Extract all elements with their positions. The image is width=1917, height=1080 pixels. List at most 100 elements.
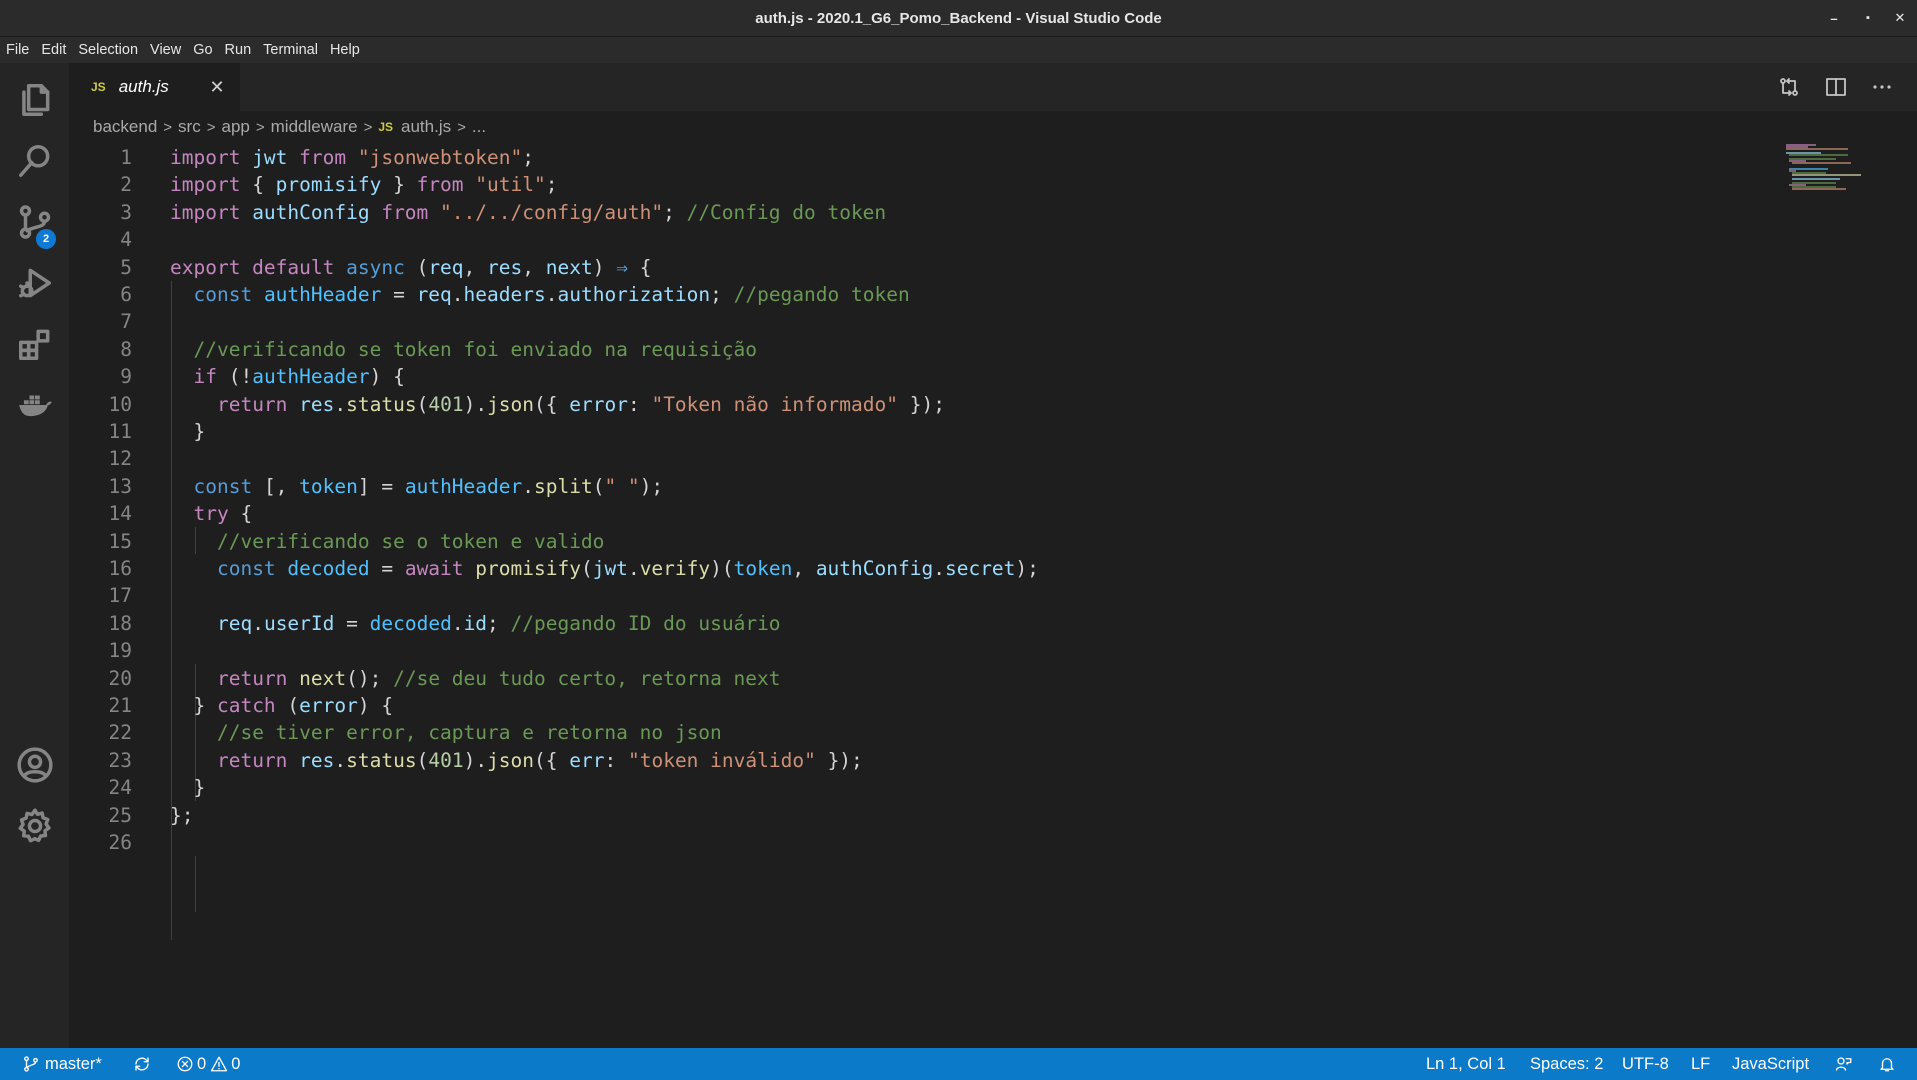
code-text: }; [170,802,193,829]
code-line[interactable]: 25}; [69,802,1769,829]
close-tab-button[interactable]: ✕ [204,74,230,100]
line-number: 24 [108,776,132,800]
compare-changes-icon[interactable] [1771,63,1807,111]
code-line[interactable]: 4 [69,226,1769,253]
js-file-icon: JS [378,120,394,134]
more-actions-icon[interactable] [1864,63,1900,111]
code-text: const decoded = await promisify(jwt.veri… [170,555,1039,582]
code-line[interactable]: 5 export default async (req, res, next) ⇒… [69,254,1769,281]
code-line[interactable]: 17 [69,582,1769,609]
code-token: . [933,557,945,580]
menu-view[interactable]: View [150,42,181,58]
encoding-status[interactable]: UTF-8 [1622,1048,1669,1080]
problems-status[interactable]: 0 0 [176,1048,240,1080]
menu-run[interactable]: Run [225,42,252,58]
feedback-button[interactable] [1835,1048,1853,1080]
close-window-button[interactable]: ✕ [1883,0,1917,36]
minimize-button[interactable]: – [1817,0,1851,36]
sync-button[interactable] [133,1048,151,1080]
code-token: const [193,474,264,498]
code-token: ; [487,611,511,635]
settings-gear-icon[interactable] [0,789,69,863]
breadcrumb-app[interactable]: app [221,117,249,137]
code-line[interactable]: 1 import jwt from "jsonwebtoken"; [69,144,1769,171]
code-token: ) { [369,365,405,389]
code-line[interactable]: 26 [69,829,1769,856]
code-line[interactable]: 13 const [, token] = authHeader.split(" … [69,473,1769,500]
code-line[interactable]: 2 import { promisify } from "util"; [69,171,1769,198]
code-text: return res.status(401).json({ error: "To… [170,391,945,418]
line-number: 14 [108,502,132,526]
chevron-right-icon: > [163,118,173,136]
docker-icon[interactable] [0,368,69,442]
code-line[interactable]: 12 [69,445,1769,472]
code-token: req [428,255,464,279]
code-token: err [569,748,605,772]
title-bar: auth.js - 2020.1_G6_Pomo_Backend - Visua… [0,0,1917,37]
cursor-position[interactable]: Ln 1, Col 1 [1426,1048,1506,1080]
code-token: }); [815,748,863,772]
language-mode[interactable]: JavaScript [1732,1048,1809,1080]
code-token: = [346,611,370,635]
code-line[interactable]: 24 } [69,774,1769,801]
code-line[interactable]: 11 } [69,418,1769,445]
eol-status[interactable]: LF [1691,1048,1710,1080]
feedback-icon [1835,1057,1852,1071]
breadcrumb-file[interactable]: auth.js [401,117,451,137]
code-token: //verificando se token foi enviado na re… [193,337,758,361]
code-token: } [393,173,417,197]
code-line[interactable]: 22 //se tiver error, captura e retorna n… [69,719,1769,746]
error-count: 0 [197,1054,207,1073]
code-line[interactable]: 7 [69,308,1769,335]
code-token: ). [463,392,488,416]
code-line[interactable]: 20 return next(); //se deu tudo certo, r… [69,665,1769,692]
code-line[interactable]: 8 //verificando se token foi enviado na … [69,336,1769,363]
menu-terminal[interactable]: Terminal [263,42,318,58]
line-number: 18 [108,611,132,635]
split-editor-icon[interactable] [1818,63,1854,111]
indentation-status[interactable]: Spaces: 2 [1530,1048,1603,1080]
code-line[interactable]: 6 const authHeader = req.headers.authori… [69,281,1769,308]
code-token: import [170,200,253,224]
code-line[interactable]: 14 try { [69,500,1769,527]
code-line[interactable]: 19 [69,637,1769,664]
line-number: 6 [120,283,132,306]
code-token: id [463,611,488,635]
breadcrumb-src[interactable]: src [178,117,201,137]
code-line[interactable]: 21 } catch (error) { [69,692,1769,719]
minimap[interactable] [1786,143,1866,193]
line-number: 2 [120,173,132,197]
branch-status[interactable]: master* [22,1048,102,1080]
maximize-button[interactable]: ▪ [1851,0,1885,36]
code-token: verify [639,557,711,580]
breadcrumb-middleware[interactable]: middleware [271,117,358,137]
code-line[interactable]: 18 req.userId = decoded.id; //pegando ID… [69,610,1769,637]
breadcrumb-backend[interactable]: backend [93,117,157,137]
code-token: )( [710,557,734,580]
code-text: import authConfig from "../../config/aut… [170,199,886,226]
code-line[interactable]: 16 const decoded = await promisify(jwt.v… [69,555,1769,582]
sync-icon [135,1057,149,1071]
menu-file[interactable]: File [6,42,29,58]
line-number: 25 [108,803,132,827]
activity-bar: 2 [0,63,69,1048]
code-token: const [193,283,264,306]
breadcrumb-symbol[interactable]: ... [472,117,486,137]
code-token: . [334,392,347,416]
notifications-button[interactable] [1878,1048,1896,1080]
line-number: 4 [120,228,132,252]
code-line[interactable]: 9 if (!authHeader) { [69,363,1769,390]
line-number: 16 [108,557,132,580]
menu-go[interactable]: Go [193,42,212,58]
menu-edit[interactable]: Edit [41,42,66,58]
menu-selection[interactable]: Selection [78,42,138,58]
code-line[interactable]: 15 //verificando se o token e valido [69,528,1769,555]
code-text: export default async (req, res, next) ⇒ … [170,254,651,281]
code-line[interactable]: 10 return res.status(401).json({ error: … [69,391,1769,418]
code-line[interactable]: 23 return res.status(401).json({ err: "t… [69,747,1769,774]
line-number: 12 [108,447,132,471]
code-line[interactable]: 3 import authConfig from "../../config/au… [69,199,1769,226]
menu-help[interactable]: Help [330,42,360,58]
tab-auth-js[interactable]: JS auth.js ✕ [69,63,240,111]
